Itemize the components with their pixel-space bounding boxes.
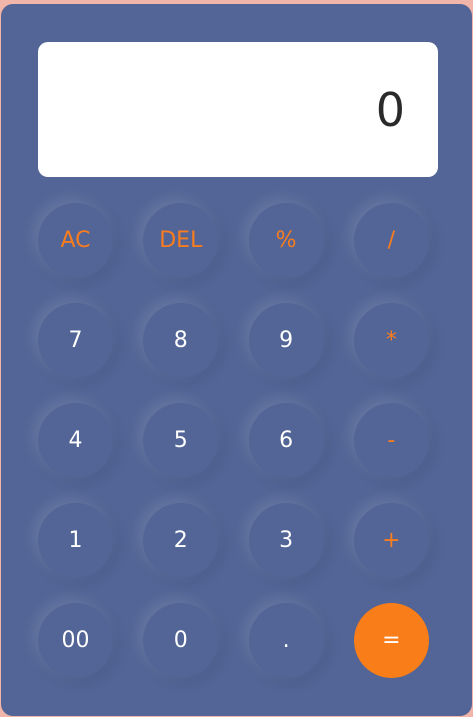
digit-1-button[interactable]: 1 [38, 503, 113, 578]
digit-7-button[interactable]: 7 [38, 303, 113, 378]
add-button[interactable]: + [353, 503, 429, 578]
equals-button[interactable]: = [353, 603, 429, 678]
subtract-button[interactable]: - [353, 403, 429, 478]
digit-6-button[interactable]: 6 [248, 403, 324, 478]
all-clear-button[interactable]: AC [38, 203, 113, 278]
calculator: 0 AC DEL % / 7 8 9 * 4 5 6 - 1 2 3 + 00 … [1, 4, 472, 716]
digit-9-button[interactable]: 9 [248, 303, 324, 378]
display: 0 [38, 42, 438, 177]
digit-2-button[interactable]: 2 [143, 503, 219, 578]
display-value: 0 [375, 82, 406, 137]
digit-8-button[interactable]: 8 [143, 303, 219, 378]
digit-3-button[interactable]: 3 [248, 503, 324, 578]
digit-0-button[interactable]: 0 [143, 603, 219, 678]
digit-4-button[interactable]: 4 [38, 403, 113, 478]
double-zero-button[interactable]: 00 [38, 603, 113, 678]
percent-button[interactable]: % [248, 203, 324, 278]
divide-button[interactable]: / [353, 203, 429, 278]
decimal-button[interactable]: . [248, 603, 324, 678]
multiply-button[interactable]: * [353, 303, 429, 378]
digit-5-button[interactable]: 5 [143, 403, 219, 478]
keypad: AC DEL % / 7 8 9 * 4 5 6 - 1 2 3 + 00 0 … [38, 203, 430, 678]
delete-button[interactable]: DEL [143, 203, 219, 278]
